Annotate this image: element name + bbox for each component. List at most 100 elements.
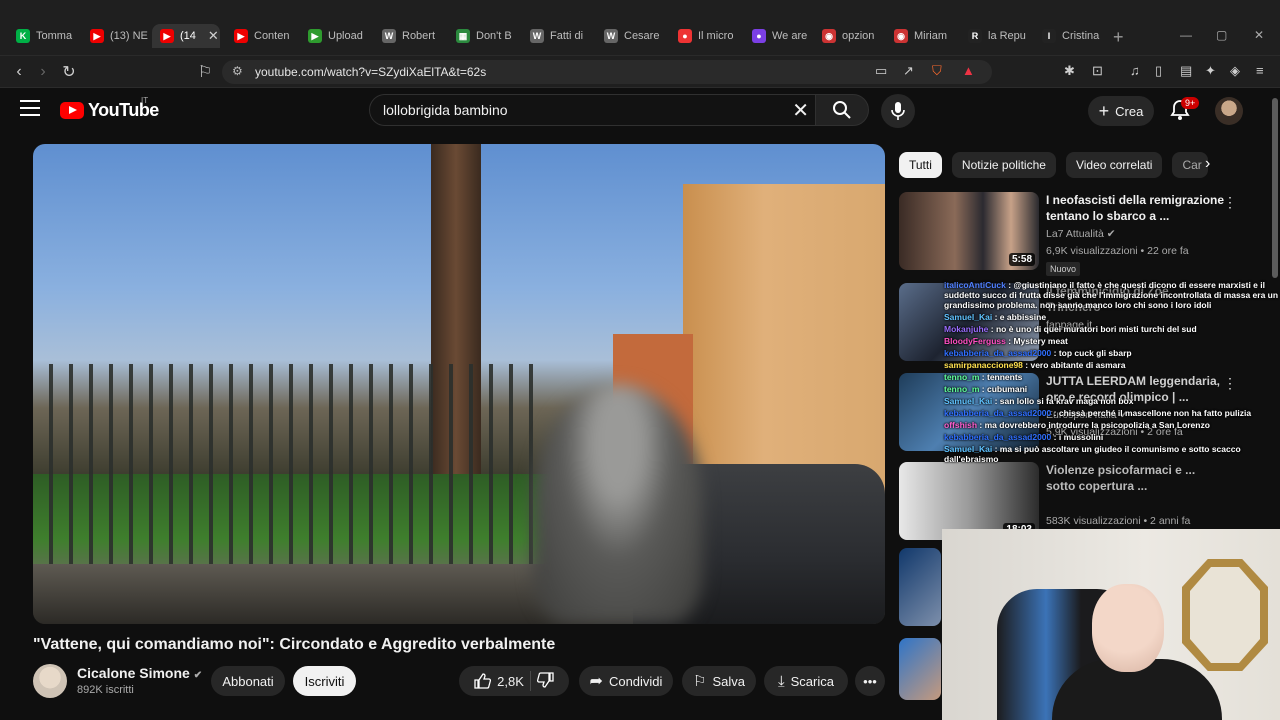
save-label: Salva (712, 673, 745, 689)
tab-label: opzion (842, 30, 875, 42)
search-query: lollobrigida bambino (383, 102, 508, 118)
thumbs-up-icon (474, 673, 492, 689)
tab-label: We are (772, 30, 808, 42)
extensions-icon[interactable]: ✱ (1064, 63, 1075, 79)
chat-message: tenno_m : cubumani (944, 384, 1280, 394)
tab-label: Miriam (914, 30, 947, 42)
like-divider (529, 671, 531, 691)
more-actions-button[interactable]: ••• (855, 666, 885, 696)
membership-button[interactable]: Abbonati (211, 666, 285, 696)
tab-favicon-icon: K (16, 29, 30, 43)
more-dots-icon: ••• (863, 673, 877, 689)
youtube-play-icon (60, 102, 84, 119)
chat-username: kebabberia_da_assad2000 (944, 348, 1052, 358)
browser-tab[interactable]: W Cesare (596, 24, 668, 48)
back-icon[interactable]: ‹ (8, 61, 30, 83)
video-thumbnail[interactable] (899, 548, 941, 626)
chat-username: italicoAntiCuck (944, 280, 1006, 290)
chat-username: kebabberia_da_assad2000 (944, 432, 1052, 442)
share-button[interactable]: ➦ Condividi (579, 666, 673, 696)
close-window-icon[interactable]: ✕ (1254, 28, 1264, 42)
clear-search-icon[interactable]: ✕ (792, 98, 809, 123)
subscribe-button[interactable]: Iscriviti (293, 666, 356, 696)
browser-tab[interactable]: Rla Repu (960, 24, 1032, 48)
leo-icon[interactable]: ✦ (1205, 63, 1216, 79)
save-button[interactable]: ⚐ Salva (682, 666, 756, 696)
menu-icon[interactable]: ≡ (1256, 63, 1264, 78)
membership-label: Abbonati (222, 673, 274, 689)
browser-tab[interactable]: W Robert (374, 24, 446, 48)
browser-tab[interactable]: I Cristina (1034, 24, 1106, 48)
recommendation-title[interactable]: I neofascisti della remigrazione tentano… (1046, 192, 1226, 224)
chip-tutti[interactable]: Tutti (899, 152, 942, 178)
browser-tab[interactable]: ◉ opzion (814, 24, 886, 48)
browser-tab[interactable]: ● We are (744, 24, 816, 48)
browser-tab[interactable]: ▶ (13) NE (82, 24, 154, 48)
share-icon[interactable]: ↗ (903, 63, 914, 79)
bookmark-icon[interactable]: ⚐ (194, 61, 216, 83)
tab-favicon-icon: ▶ (234, 29, 248, 43)
hamburger-menu-icon[interactable] (20, 100, 40, 116)
browser-tab[interactable]: K Tomma (8, 24, 80, 48)
chat-text: ma dovrebbero introdurre la psicopolizia… (984, 420, 1210, 430)
tab-favicon-icon: ▶ (90, 29, 104, 43)
youtube-logo[interactable]: YouTube IT (60, 96, 159, 121)
more-vert-icon[interactable]: ⋮ (1223, 194, 1237, 211)
country-code: IT (141, 96, 149, 105)
video-player[interactable] (33, 144, 885, 624)
tab-favicon-icon: ◉ (894, 29, 908, 43)
chevron-right-icon[interactable]: › (1205, 155, 1210, 173)
browser-tab[interactable]: ▶ Conten (226, 24, 298, 48)
rewards-icon[interactable]: ▲ (962, 63, 975, 78)
chip-notizie-politiche[interactable]: Notizie politiche (951, 152, 1056, 178)
maximize-icon[interactable]: ▢ (1216, 28, 1227, 42)
tab-favicon-icon: R (968, 29, 982, 43)
tab-label: Cristina (1062, 30, 1100, 42)
tab-label: (14 (180, 30, 196, 42)
recommendation-channel[interactable]: La7 Attualità ✔ (1046, 228, 1116, 240)
browser-tab[interactable]: ▦ Don't B (448, 24, 520, 48)
vpn-icon[interactable]: ◈ (1230, 63, 1240, 79)
cast-icon[interactable]: ▭ (875, 63, 887, 79)
new-tab-button[interactable]: + (1113, 27, 1124, 48)
shield-icon[interactable]: ⛉ (932, 63, 942, 79)
browser-tab[interactable]: ◉ Miriam (886, 24, 958, 48)
tab-favicon-icon: I (1042, 29, 1056, 43)
site-info-icon[interactable]: ⚙ (232, 64, 243, 78)
page-scrollbar[interactable] (1272, 98, 1278, 278)
wallet-icon[interactable]: ▤ (1180, 63, 1192, 79)
chip-video-correlati[interactable]: Video correlati (1065, 152, 1163, 178)
voice-search-button[interactable] (881, 94, 915, 128)
channel-avatar[interactable] (33, 664, 67, 698)
screenshot-icon[interactable]: ⊡ (1092, 63, 1103, 79)
like-button[interactable]: 2,8K (473, 672, 524, 690)
browser-tab[interactable]: ▶ (14 ✕ (152, 24, 220, 48)
search-input[interactable]: lollobrigida bambino ✕ (369, 94, 816, 126)
webcam-mirror (1182, 559, 1268, 671)
browser-tab[interactable]: ▶ Upload (300, 24, 372, 48)
chip-partial[interactable]: Car (1172, 152, 1209, 178)
forward-icon[interactable]: › (32, 61, 54, 83)
video-thumbnail[interactable]: 5:58 (899, 192, 1039, 270)
download-button[interactable]: ⤓ Scarica (764, 666, 848, 696)
chat-message: tenno_m : tennents (944, 372, 1280, 382)
browser-tab[interactable]: ● Il micro (670, 24, 742, 48)
close-tab-icon[interactable]: ✕ (208, 28, 219, 44)
minimize-icon[interactable]: — (1180, 28, 1192, 42)
channel-name[interactable]: Cicalone Simone ✔ (77, 665, 202, 681)
tab-label: Cesare (624, 30, 660, 42)
account-avatar[interactable] (1215, 97, 1243, 125)
chat-separator: : (992, 396, 1000, 406)
music-icon[interactable]: ♫ (1130, 63, 1140, 78)
sidebar-icon[interactable]: ▯ (1155, 63, 1162, 79)
create-button[interactable]: + Crea (1088, 96, 1154, 126)
dislike-button[interactable] (536, 671, 555, 692)
recommendation-item[interactable]: 5:58 I neofascisti della remigrazione te… (899, 192, 1264, 276)
chat-text: san lollo si fa krav maga non box (999, 396, 1134, 406)
chat-text: chissà perché il mascellone non ha fatto… (1058, 408, 1252, 418)
video-thumbnail[interactable] (899, 638, 941, 700)
search-button[interactable] (815, 94, 869, 126)
browser-tab[interactable]: W Fatti di (522, 24, 594, 48)
tab-label: Don't B (476, 30, 512, 42)
reload-icon[interactable]: ↻ (58, 61, 80, 83)
